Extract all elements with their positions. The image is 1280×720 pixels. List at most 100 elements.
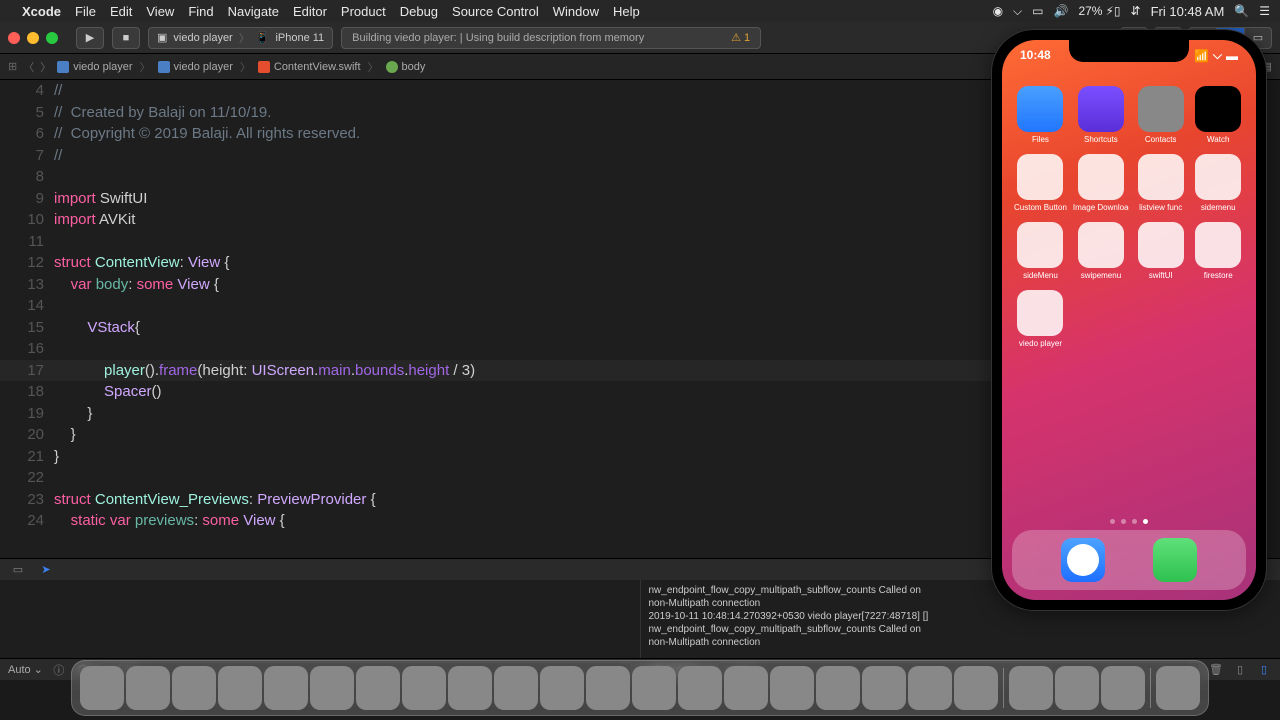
close-window-button[interactable] [8, 32, 20, 44]
dock-finder-icon[interactable] [80, 666, 124, 710]
menu-item-help[interactable]: Help [613, 4, 640, 19]
dock-chrome-icon[interactable] [724, 666, 768, 710]
menu-item-navigate[interactable]: Navigate [228, 4, 279, 19]
spotlight-icon[interactable]: 🔍 [1234, 4, 1249, 18]
sim-app-contacts[interactable]: Contacts [1135, 86, 1187, 144]
menu-item-debug[interactable]: Debug [400, 4, 438, 19]
code-line[interactable]: 15 VStack{ [0, 317, 1150, 339]
sim-app-sidemenu[interactable]: sidemenu [1192, 154, 1244, 212]
dock-launchpad-icon[interactable] [172, 666, 216, 710]
code-line[interactable]: 10import AVKit [0, 209, 1150, 231]
sim-app-swiftui[interactable]: swiftUI [1135, 222, 1187, 280]
dock-maps-icon[interactable] [494, 666, 538, 710]
dock-siri-icon[interactable] [126, 666, 170, 710]
menu-item-window[interactable]: Window [553, 4, 599, 19]
run-button[interactable]: ▶ [76, 27, 104, 49]
dock-facetime-icon[interactable] [632, 666, 676, 710]
minimize-window-button[interactable] [27, 32, 39, 44]
stop-button[interactable]: ■ [112, 27, 140, 49]
sim-app-sidemenu[interactable]: sideMenu [1014, 222, 1067, 280]
back-button[interactable]: 〈 [23, 59, 34, 75]
safari-app-icon[interactable] [1061, 538, 1105, 582]
breadcrumb[interactable]: viedo player 〉 viedo player 〉 ContentVie… [57, 59, 425, 75]
wifi-icon[interactable]: ⌵ [1013, 4, 1022, 19]
code-line[interactable]: 14 [0, 295, 1150, 317]
code-line[interactable]: 21} [0, 446, 1150, 468]
sim-app-image-download[interactable]: Image Download [1073, 154, 1129, 212]
code-line[interactable]: 11 [0, 231, 1150, 253]
code-line[interactable]: 5// Created by Balaji on 11/10/19. [0, 102, 1150, 124]
code-line[interactable]: 23struct ContentView_Previews: PreviewPr… [0, 489, 1150, 511]
sim-app-viedo-player[interactable]: viedo player [1014, 290, 1067, 348]
zoom-window-button[interactable] [46, 32, 58, 44]
messages-app-icon[interactable] [1153, 538, 1197, 582]
breakpoint-icon[interactable]: ➤ [36, 563, 56, 576]
left-pane-icon[interactable]: ▯ [1232, 663, 1248, 676]
screen-share-icon[interactable]: ▭ [1032, 4, 1043, 18]
dock-notes-icon[interactable] [310, 666, 354, 710]
dock-music-icon[interactable] [678, 666, 722, 710]
source-editor[interactable]: 4//5// Created by Balaji on 11/10/19.6//… [0, 80, 1150, 558]
app-menu[interactable]: Xcode [22, 4, 61, 19]
code-line[interactable]: 24 static var previews: some View { [0, 510, 1150, 532]
dock-trash-icon[interactable] [1156, 666, 1200, 710]
volume-icon[interactable]: 🔊 [1054, 4, 1069, 18]
dock-safari-icon[interactable] [218, 666, 262, 710]
variables-view[interactable] [0, 580, 641, 658]
sim-app-watch[interactable]: Watch [1192, 86, 1244, 144]
dock-contacts-icon[interactable] [264, 666, 308, 710]
dock-messages-icon[interactable] [586, 666, 630, 710]
code-line[interactable]: 6// Copyright © 2019 Balaji. All rights … [0, 123, 1150, 145]
code-line[interactable]: 4// [0, 80, 1150, 102]
code-line[interactable]: 9import SwiftUI [0, 188, 1150, 210]
sim-app-listview-func[interactable]: listview func [1135, 154, 1187, 212]
code-line[interactable]: 12struct ContentView: View { [0, 252, 1150, 274]
code-line[interactable]: 13 var body: some View { [0, 274, 1150, 296]
code-line[interactable]: 20 } [0, 424, 1150, 446]
menu-item-find[interactable]: Find [188, 4, 213, 19]
dock-photos-icon[interactable] [540, 666, 584, 710]
menubar-clock[interactable]: Fri 10:48 AM [1151, 4, 1225, 19]
menu-item-edit[interactable]: Edit [110, 4, 132, 19]
menu-item-view[interactable]: View [146, 4, 174, 19]
menu-item-file[interactable]: File [75, 4, 96, 19]
dock-terminal-icon[interactable] [1009, 666, 1053, 710]
menu-item-source-control[interactable]: Source Control [452, 4, 539, 19]
info-icon[interactable]: ⓘ [51, 662, 67, 678]
dock-preview-icon[interactable] [1101, 666, 1145, 710]
notification-center-icon[interactable]: ☰ [1259, 4, 1270, 18]
code-line[interactable]: 19 } [0, 403, 1150, 425]
dock-appstore-icon[interactable] [770, 666, 814, 710]
dock-reminders-icon[interactable] [448, 666, 492, 710]
dock-xcode-icon[interactable] [816, 666, 860, 710]
dock-calendar-icon[interactable] [356, 666, 400, 710]
menu-item-product[interactable]: Product [341, 4, 386, 19]
code-line[interactable]: 8 [0, 166, 1150, 188]
sim-app-files[interactable]: Files [1014, 86, 1067, 144]
scheme-selector[interactable]: ▣ viedo player 〉 📱 iPhone 11 [148, 27, 333, 49]
sim-app-shortcuts[interactable]: Shortcuts [1073, 86, 1129, 144]
record-icon[interactable]: ◉ [993, 4, 1003, 18]
right-pane-icon[interactable]: ▯ [1256, 663, 1272, 676]
code-line[interactable]: 22 [0, 467, 1150, 489]
dock-settings-icon[interactable] [954, 666, 998, 710]
code-line[interactable]: 7// [0, 145, 1150, 167]
dock-notes2-icon[interactable] [402, 666, 446, 710]
menu-item-editor[interactable]: Editor [293, 4, 327, 19]
sim-app-swipemenu[interactable]: swipemenu [1073, 222, 1129, 280]
page-indicator[interactable] [1110, 519, 1148, 524]
code-line[interactable]: 16 [0, 338, 1150, 360]
toggle-debug-icon[interactable]: ▭ [8, 563, 28, 576]
simulator-screen[interactable]: 10:48 📶⌵▬ FilesShortcutsContactsWatchCus… [1002, 40, 1256, 600]
auto-selector[interactable]: Auto ⌄ [8, 663, 43, 676]
warnings-indicator[interactable]: ⚠ 1 [731, 31, 750, 44]
code-line[interactable]: 17 player().frame(height: UIScreen.main.… [0, 360, 1150, 382]
sim-app-custom-button[interactable]: Custom Button [1014, 154, 1067, 212]
sim-app-firestore[interactable]: firestore [1192, 222, 1244, 280]
related-items-icon[interactable]: ⊞ [8, 60, 17, 73]
forward-button[interactable]: 〉 [40, 59, 51, 75]
dock-imovie-icon[interactable] [862, 666, 906, 710]
control-icon[interactable]: ⇵ [1131, 4, 1141, 18]
trash-icon[interactable]: 🗑 [1208, 663, 1224, 676]
dock-vscode-icon[interactable] [908, 666, 952, 710]
